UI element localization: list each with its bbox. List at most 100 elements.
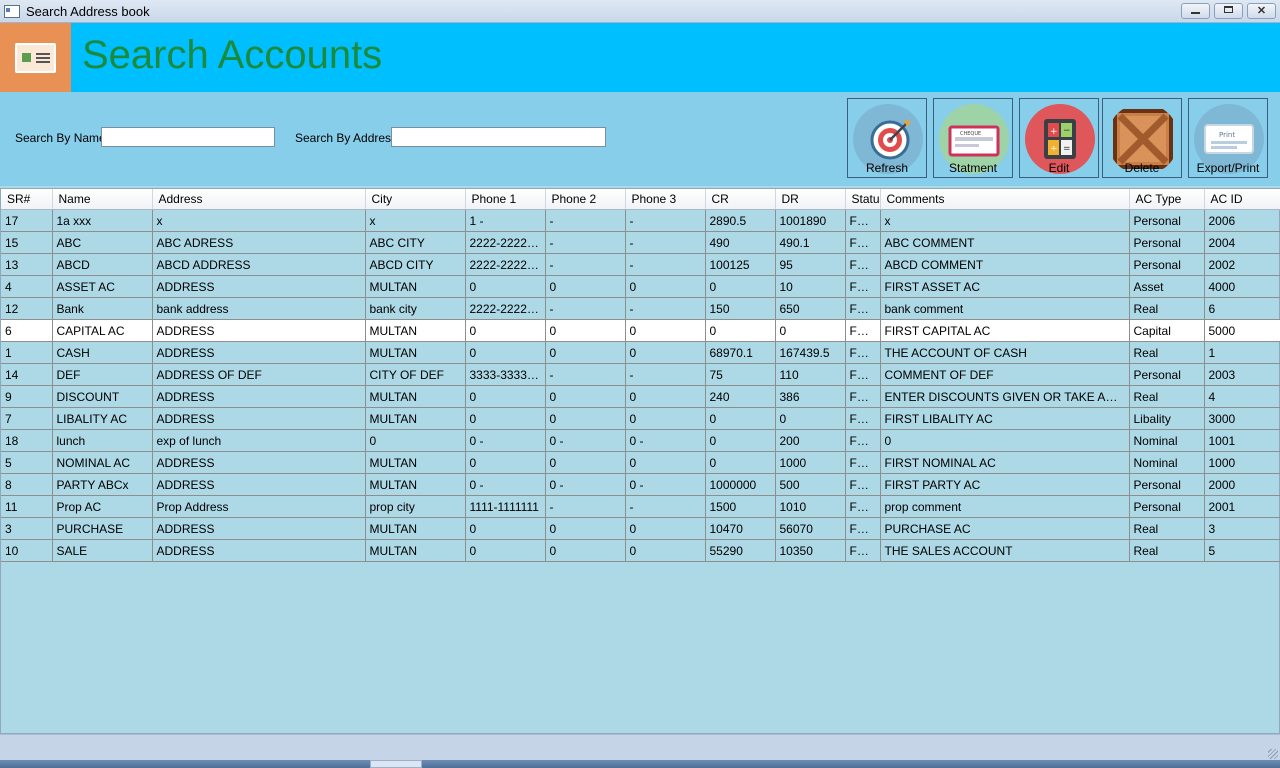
maximize-button[interactable] bbox=[1214, 3, 1243, 19]
table-cell[interactable]: Real bbox=[1129, 517, 1205, 540]
table-cell[interactable]: 650 bbox=[775, 297, 846, 320]
table-cell[interactable]: MULTAN bbox=[365, 319, 466, 342]
table-cell[interactable]: ADDRESS OF DEF bbox=[152, 363, 366, 386]
table-cell[interactable]: - bbox=[545, 495, 626, 518]
table-cell[interactable]: False bbox=[845, 385, 881, 408]
table-cell[interactable]: 100125 bbox=[705, 253, 776, 276]
table-row[interactable]: 9 DISCOUNT ADDRESS MULTAN 0 0 0 240 386 False ENTE… bbox=[1, 385, 1280, 408]
column-header[interactable]: Address bbox=[152, 189, 366, 210]
table-cell[interactable]: 55290 bbox=[705, 539, 776, 562]
table-cell[interactable]: 11 bbox=[1, 495, 53, 518]
table-cell[interactable]: MULTAN bbox=[365, 539, 466, 562]
table-cell[interactable]: MULTAN bbox=[365, 473, 466, 496]
table-cell[interactable]: Personal bbox=[1129, 231, 1205, 254]
table-cell[interactable]: 1001890 bbox=[775, 209, 846, 232]
table-cell[interactable]: False bbox=[845, 297, 881, 320]
table-cell[interactable]: 1 bbox=[1204, 341, 1280, 364]
table-cell[interactable]: - bbox=[545, 253, 626, 276]
table-row[interactable]: 8 PARTY ABCx ADDRESS MULTAN 0 -0 -0 -1000000… bbox=[1, 473, 1280, 496]
table-cell[interactable]: - bbox=[625, 363, 706, 386]
table-cell[interactable]: 1001 bbox=[1204, 429, 1280, 452]
table-cell[interactable]: 0 bbox=[465, 539, 546, 562]
table-cell[interactable]: PARTY ABCx bbox=[52, 473, 153, 496]
table-cell[interactable]: - bbox=[625, 297, 706, 320]
table-cell[interactable]: 5 bbox=[1, 451, 53, 474]
table-cell[interactable]: Personal bbox=[1129, 209, 1205, 232]
table-cell[interactable]: 0 - bbox=[465, 429, 546, 452]
table-cell[interactable]: PURCHASE bbox=[52, 517, 153, 540]
table-cell[interactable]: 0 bbox=[625, 275, 706, 298]
table-cell[interactable]: 0 bbox=[545, 385, 626, 408]
table-cell[interactable]: ABCD COMMENT bbox=[880, 253, 1130, 276]
table-cell[interactable]: CASH bbox=[52, 341, 153, 364]
column-header[interactable]: City bbox=[365, 189, 466, 210]
table-cell[interactable]: False bbox=[845, 363, 881, 386]
minimize-button[interactable] bbox=[1181, 3, 1210, 19]
table-cell[interactable]: 0 - bbox=[625, 473, 706, 496]
table-cell[interactable]: 2006 bbox=[1204, 209, 1280, 232]
column-header[interactable]: SR# bbox=[1, 189, 53, 210]
table-cell[interactable]: 0 bbox=[625, 407, 706, 430]
table-cell[interactable]: 490 bbox=[705, 231, 776, 254]
table-cell[interactable]: 500 bbox=[775, 473, 846, 496]
table-cell[interactable]: - bbox=[545, 297, 626, 320]
column-header[interactable]: Name bbox=[52, 189, 153, 210]
table-cell[interactable]: 14 bbox=[1, 363, 53, 386]
table-cell[interactable]: 0 bbox=[705, 451, 776, 474]
table-cell[interactable]: 0 bbox=[365, 429, 466, 452]
close-button[interactable]: ✕ bbox=[1247, 3, 1276, 19]
table-cell[interactable]: False bbox=[845, 407, 881, 430]
table-cell[interactable]: False bbox=[845, 231, 881, 254]
search-name-input[interactable] bbox=[101, 127, 275, 147]
table-cell[interactable]: 1a xxx bbox=[52, 209, 153, 232]
table-cell[interactable]: 0 bbox=[775, 407, 846, 430]
table-row[interactable]: 7 LIBALITY AC ADDRESS MULTAN 0 0 0 0 0 False FIRST… bbox=[1, 407, 1280, 430]
table-row[interactable]: 14 DEF ADDRESS OF DEF CITY OF DEF 3333-33333… bbox=[1, 363, 1280, 386]
table-cell[interactable]: False bbox=[845, 473, 881, 496]
table-cell[interactable]: Asset bbox=[1129, 275, 1205, 298]
table-cell[interactable]: 1000000 bbox=[705, 473, 776, 496]
table-cell[interactable]: DISCOUNT bbox=[52, 385, 153, 408]
table-cell[interactable]: ADDRESS bbox=[152, 319, 366, 342]
table-cell[interactable]: 1000 bbox=[775, 451, 846, 474]
table-cell[interactable]: 0 bbox=[625, 319, 706, 342]
table-row[interactable]: 15 ABC ABC ADRESS ABC CITY 2222-2222222 - -4… bbox=[1, 231, 1280, 254]
table-cell[interactable]: 110 bbox=[775, 363, 846, 386]
table-cell[interactable]: 0 bbox=[465, 341, 546, 364]
export-print-button[interactable]: Print Export/Print bbox=[1188, 98, 1268, 178]
table-cell[interactable]: 1 - bbox=[465, 209, 546, 232]
table-row[interactable]: 17 1a xxx x x 1 - - -2890.5 1001890 False x Pers… bbox=[1, 209, 1280, 232]
table-cell[interactable]: ADDRESS bbox=[152, 385, 366, 408]
table-cell[interactable]: 0 - bbox=[465, 473, 546, 496]
table-cell[interactable]: False bbox=[845, 341, 881, 364]
table-cell[interactable]: THE SALES ACCOUNT bbox=[880, 539, 1130, 562]
table-cell[interactable]: 2222-2222222 bbox=[465, 297, 546, 320]
table-cell[interactable]: 2003 bbox=[1204, 363, 1280, 386]
table-cell[interactable]: 0 - bbox=[545, 473, 626, 496]
table-cell[interactable]: 1010 bbox=[775, 495, 846, 518]
taskbar-active-item[interactable] bbox=[370, 760, 422, 768]
table-cell[interactable]: ADDRESS bbox=[152, 341, 366, 364]
accounts-grid[interactable]: SR# Name Address City Phone 1 Phone 2 Phone 3C… bbox=[0, 188, 1280, 734]
table-cell[interactable]: 167439.5 bbox=[775, 341, 846, 364]
column-header[interactable]: Comments bbox=[880, 189, 1130, 210]
table-cell[interactable]: 0 bbox=[880, 429, 1130, 452]
table-row[interactable]: 5 NOMINAL AC ADDRESS MULTAN 0 0 0 0 1000 False FIR… bbox=[1, 451, 1280, 474]
table-cell[interactable]: Nominal bbox=[1129, 451, 1205, 474]
table-cell[interactable]: - bbox=[625, 231, 706, 254]
table-cell[interactable]: ABC CITY bbox=[365, 231, 466, 254]
table-cell[interactable]: 6 bbox=[1, 319, 53, 342]
table-cell[interactable]: MULTAN bbox=[365, 341, 466, 364]
table-cell[interactable]: FIRST CAPITAL AC bbox=[880, 319, 1130, 342]
table-cell[interactable]: 9 bbox=[1, 385, 53, 408]
table-cell[interactable]: 2222-2222222 bbox=[465, 253, 546, 276]
table-cell[interactable]: Prop AC bbox=[52, 495, 153, 518]
table-cell[interactable]: 0 bbox=[625, 517, 706, 540]
table-cell[interactable]: 0 bbox=[705, 275, 776, 298]
table-cell[interactable]: 4 bbox=[1204, 385, 1280, 408]
table-row[interactable]: 13 ABCD ABCD ADDRESS ABCD CITY 2222-2222222 … bbox=[1, 253, 1280, 276]
table-cell[interactable]: 0 bbox=[625, 451, 706, 474]
table-cell[interactable]: 1111-1111111 bbox=[465, 495, 546, 518]
table-cell[interactable]: 6 bbox=[1204, 297, 1280, 320]
table-cell[interactable]: COMMENT OF DEF bbox=[880, 363, 1130, 386]
